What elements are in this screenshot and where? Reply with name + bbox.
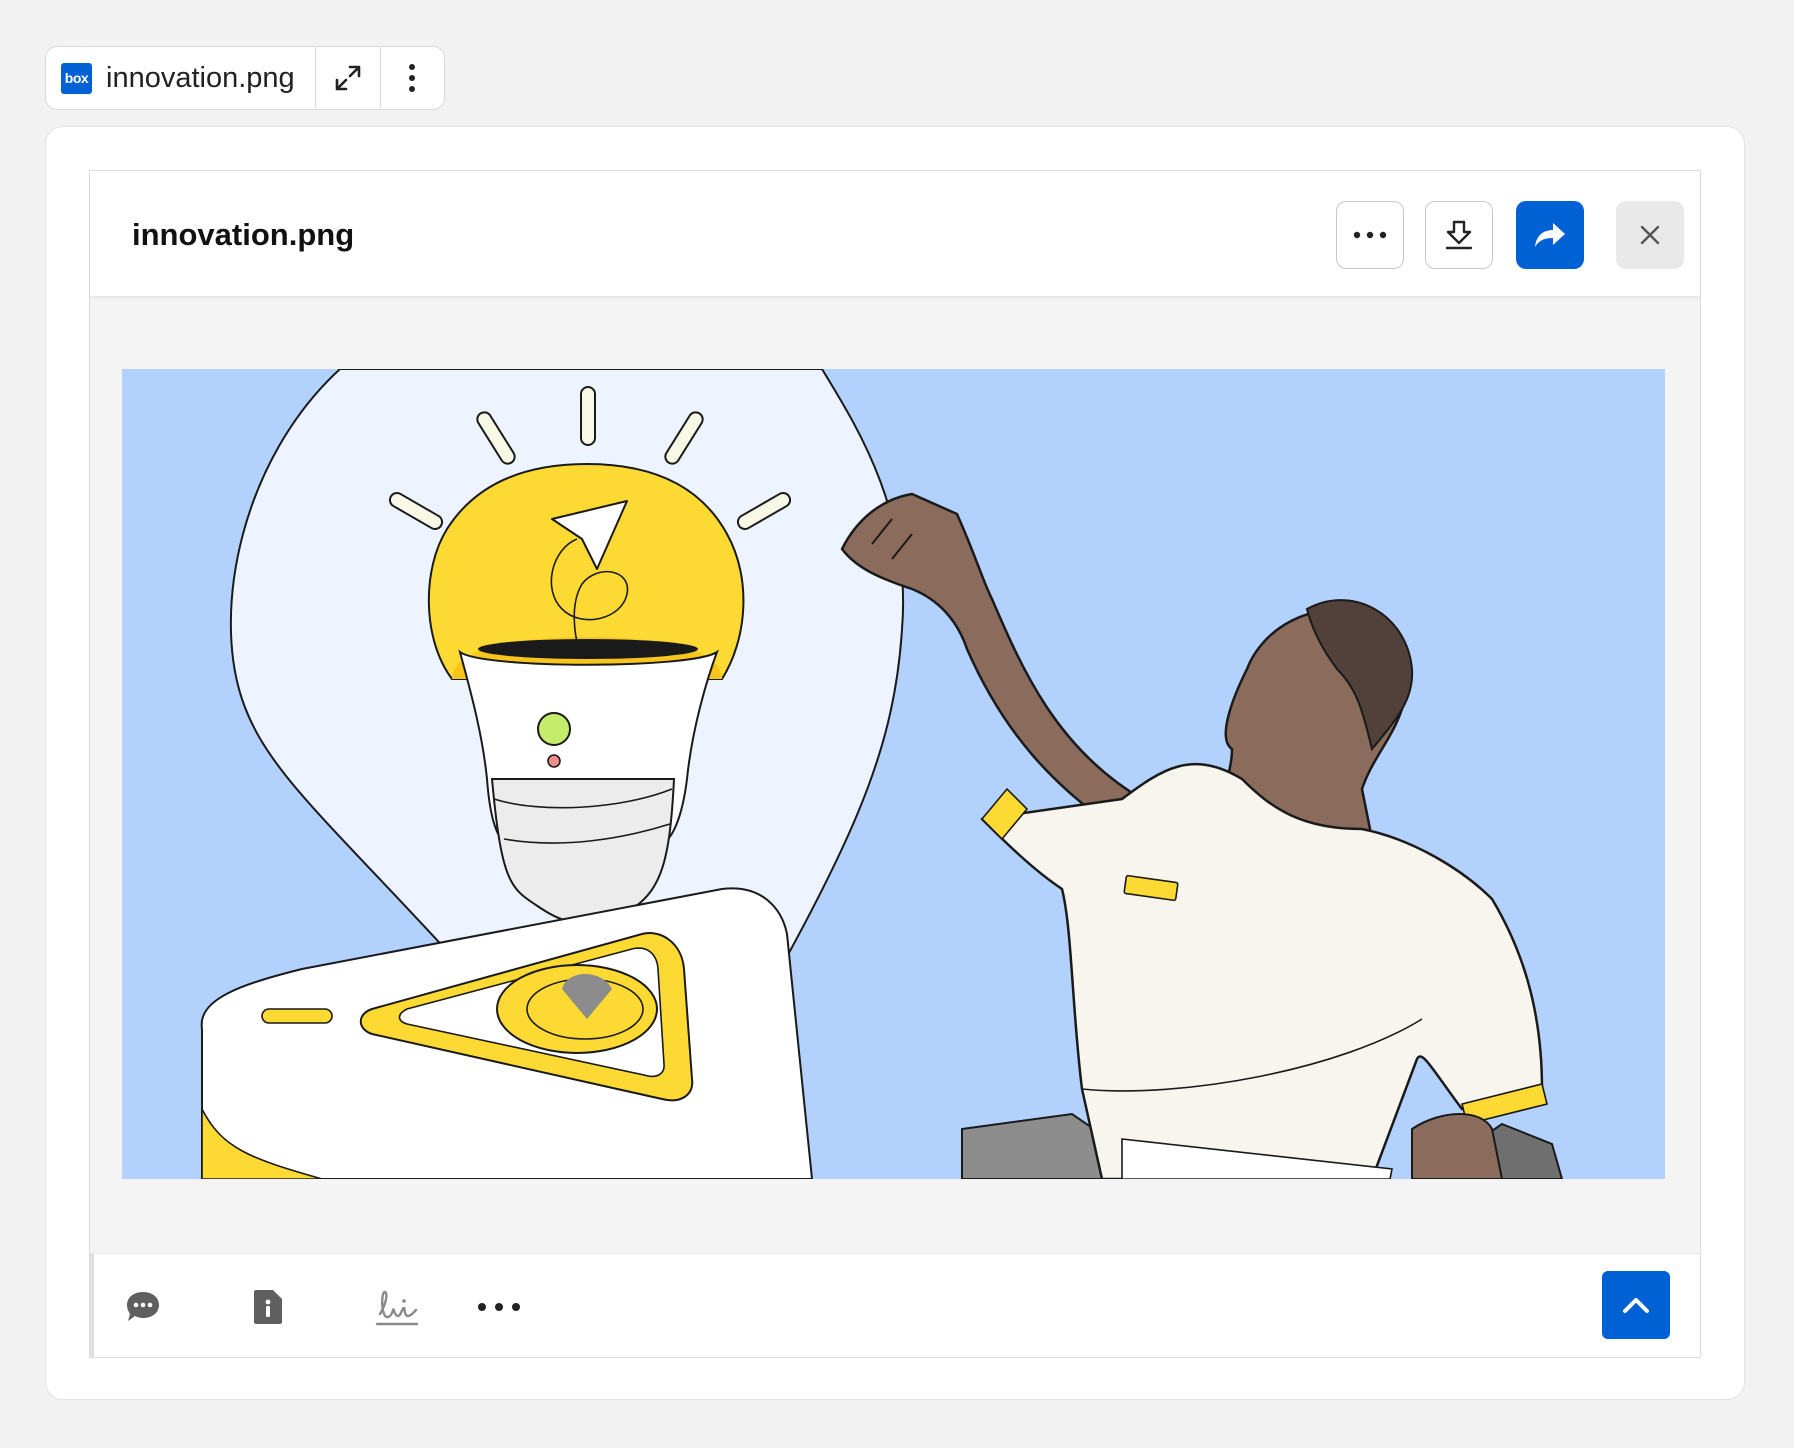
file-info-button[interactable]: [245, 1284, 291, 1330]
sign-button[interactable]: [372, 1284, 422, 1330]
comment-icon: [127, 1292, 159, 1321]
preview-header: innovation.png: [90, 171, 1700, 297]
box-logo-icon: box: [61, 62, 92, 94]
more-horizontal-icon: [1353, 231, 1387, 239]
comments-button[interactable]: [120, 1284, 166, 1330]
close-preview-button[interactable]: [1616, 201, 1684, 269]
share-button[interactable]: [1516, 201, 1584, 269]
signature-icon: [375, 1290, 419, 1326]
preview-footer: [90, 1253, 1700, 1357]
expand-icon: [335, 65, 360, 91]
file-tab[interactable]: box innovation.png: [46, 47, 316, 109]
tab-more-button[interactable]: [379, 47, 444, 109]
preview-title: innovation.png: [132, 217, 355, 252]
file-tab-name: innovation.png: [106, 61, 295, 94]
image-preview: [122, 369, 1665, 1179]
chevron-up-icon: [1623, 1298, 1649, 1313]
download-button[interactable]: [1425, 201, 1493, 269]
expand-up-button[interactable]: [1602, 1271, 1670, 1339]
kebab-vertical-icon: [409, 64, 416, 92]
download-icon: [1445, 220, 1473, 250]
share-arrow-icon: [1535, 223, 1565, 247]
more-horizontal-icon: [478, 1303, 520, 1311]
file-preview-panel: innovation.png: [89, 170, 1701, 1358]
innovation-illustration: [122, 369, 1665, 1179]
expand-button[interactable]: [316, 47, 380, 109]
file-tab-chip: box innovation.png: [45, 46, 445, 110]
file-info-icon: [254, 1290, 282, 1324]
footer-more-button[interactable]: [474, 1284, 524, 1330]
close-icon: [1640, 225, 1660, 245]
more-options-button[interactable]: [1336, 201, 1404, 269]
preview-card: innovation.png: [45, 126, 1745, 1400]
